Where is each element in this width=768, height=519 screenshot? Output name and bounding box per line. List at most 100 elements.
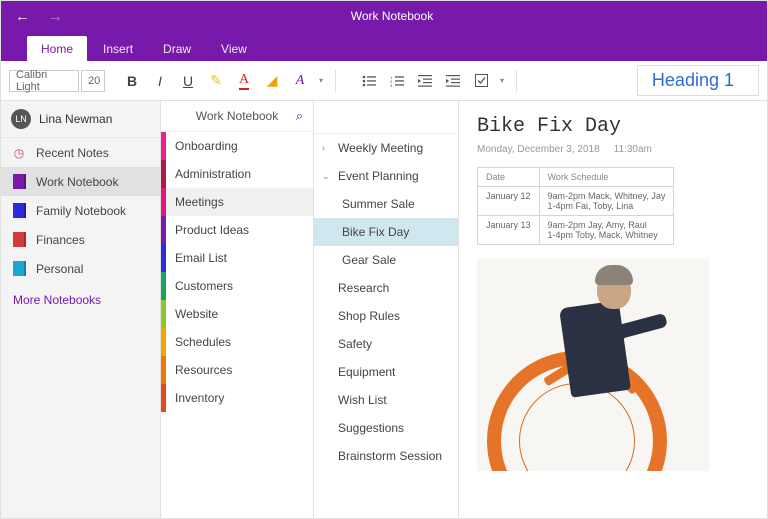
- sidebar-notebook-work[interactable]: Work Notebook: [1, 167, 160, 196]
- bullets-icon[interactable]: [356, 68, 382, 94]
- page-item[interactable]: ⌄ Event Planning: [314, 162, 458, 190]
- divider: [335, 70, 336, 92]
- page-item[interactable]: Wish List: [314, 386, 458, 414]
- section-label: Resources: [175, 363, 232, 377]
- clock-icon: ◷: [11, 145, 27, 160]
- section-item[interactable]: Onboarding: [161, 132, 313, 160]
- section-item[interactable]: Product Ideas: [161, 216, 313, 244]
- section-label: Customers: [175, 279, 233, 293]
- section-label: Meetings: [175, 195, 224, 209]
- notebook-icon: [11, 174, 27, 189]
- page-item[interactable]: Suggestions: [314, 414, 458, 442]
- page-item[interactable]: Bike Fix Day: [314, 218, 458, 246]
- sections-header-title: Work Notebook: [196, 109, 278, 123]
- bold-button[interactable]: B: [119, 68, 145, 94]
- section-item[interactable]: Resources: [161, 356, 313, 384]
- underline-button[interactable]: U: [175, 68, 201, 94]
- page-canvas[interactable]: Bike Fix Day Monday, December 3, 201811:…: [459, 101, 767, 518]
- table-row: January 139am-2pm Jay, Amy, Raul1-4pm To…: [478, 216, 674, 245]
- section-color-tab: [161, 160, 166, 188]
- page-label: Event Planning: [338, 169, 419, 183]
- page-label: Bike Fix Day: [342, 225, 409, 239]
- chevron-icon: ›: [322, 143, 332, 153]
- page-label: Gear Sale: [342, 253, 396, 267]
- page-item[interactable]: Shop Rules: [314, 302, 458, 330]
- section-item[interactable]: Meetings: [161, 188, 313, 216]
- page-label: Weekly Meeting: [338, 141, 423, 155]
- indent-icon[interactable]: [440, 68, 466, 94]
- font-name-input[interactable]: Calibri Light: [9, 70, 79, 92]
- page-label: Summer Sale: [342, 197, 415, 211]
- section-label: Email List: [175, 251, 227, 265]
- tab-home[interactable]: Home: [27, 36, 87, 61]
- section-color-tab: [161, 244, 166, 272]
- search-icon[interactable]: ⌕: [296, 108, 303, 124]
- section-color-tab: [161, 328, 166, 356]
- notebook-icon: [11, 203, 27, 218]
- sidebar-notebook-family[interactable]: Family Notebook: [1, 196, 160, 225]
- page-meta: Monday, December 3, 201811:30am: [477, 144, 749, 155]
- page-label: Suggestions: [338, 421, 404, 435]
- chevron-icon: ⌄: [322, 171, 332, 182]
- italic-button[interactable]: I: [147, 68, 173, 94]
- chevron-down-icon[interactable]: ▾: [500, 76, 504, 85]
- font-color-icon[interactable]: A: [231, 68, 257, 94]
- page-item[interactable]: Gear Sale: [314, 246, 458, 274]
- section-color-tab: [161, 384, 166, 412]
- page-item[interactable]: Brainstorm Session: [314, 442, 458, 470]
- tab-insert[interactable]: Insert: [89, 36, 147, 61]
- clear-format-icon[interactable]: A: [287, 68, 313, 94]
- notebook-sidebar: LN Lina Newman ◷ Recent Notes Work Noteb…: [1, 101, 161, 518]
- outdent-icon[interactable]: [412, 68, 438, 94]
- section-label: Product Ideas: [175, 223, 249, 237]
- text-highlight-icon[interactable]: ◢: [259, 68, 285, 94]
- section-label: Inventory: [175, 391, 224, 405]
- nav-back-icon[interactable]: ←: [15, 8, 30, 25]
- nav-forward-icon[interactable]: →: [48, 8, 63, 25]
- sidebar-recent-notes[interactable]: ◷ Recent Notes: [1, 138, 160, 167]
- user-account[interactable]: LN Lina Newman: [1, 101, 160, 138]
- divider: [516, 70, 517, 92]
- page-item[interactable]: Equipment: [314, 358, 458, 386]
- user-name: Lina Newman: [39, 112, 112, 126]
- sections-column: Work Notebook ⌕ OnboardingAdministration…: [161, 101, 314, 518]
- schedule-table[interactable]: DateWork Schedule January 129am-2pm Mack…: [477, 167, 674, 245]
- section-item[interactable]: Schedules: [161, 328, 313, 356]
- section-item[interactable]: Administration: [161, 160, 313, 188]
- font-size-input[interactable]: 20: [81, 70, 105, 92]
- section-color-tab: [161, 132, 166, 160]
- section-item[interactable]: Customers: [161, 272, 313, 300]
- chevron-down-icon[interactable]: ▾: [319, 76, 323, 85]
- todo-checkbox-icon[interactable]: [468, 68, 494, 94]
- tab-draw[interactable]: Draw: [149, 36, 205, 61]
- window-title: Work Notebook: [77, 9, 707, 23]
- page-title[interactable]: Bike Fix Day: [477, 115, 749, 138]
- highlighter-icon[interactable]: ✎: [203, 68, 229, 94]
- section-item[interactable]: Inventory: [161, 384, 313, 412]
- page-item[interactable]: Research: [314, 274, 458, 302]
- page-label: Research: [338, 281, 389, 295]
- tab-view[interactable]: View: [207, 36, 261, 61]
- style-picker[interactable]: Heading 1: [637, 65, 759, 96]
- pages-column: › Weekly Meeting ⌄ Event Planning Summer Sal…: [314, 101, 459, 518]
- more-notebooks-link[interactable]: More Notebooks: [1, 283, 160, 317]
- page-label: Equipment: [338, 365, 395, 379]
- numbered-list-icon[interactable]: 123: [384, 68, 410, 94]
- page-label: Brainstorm Session: [338, 449, 442, 463]
- avatar: LN: [11, 109, 31, 129]
- page-label: Shop Rules: [338, 309, 400, 323]
- ribbon-tabs: Home Insert Draw View: [1, 31, 767, 61]
- page-item[interactable]: Summer Sale: [314, 190, 458, 218]
- table-row: January 129am-2pm Mack, Whitney, Jay1-4p…: [478, 187, 674, 216]
- svg-text:3: 3: [390, 83, 393, 87]
- page-item[interactable]: › Weekly Meeting: [314, 134, 458, 162]
- notebook-icon: [11, 261, 27, 276]
- ribbon: Calibri Light 20 B I U ✎ A ◢ A ▾ 123 ▾ H…: [1, 61, 767, 101]
- page-item[interactable]: Safety: [314, 330, 458, 358]
- section-item[interactable]: Website: [161, 300, 313, 328]
- section-color-tab: [161, 188, 166, 216]
- sidebar-notebook-personal[interactable]: Personal: [1, 254, 160, 283]
- embedded-image[interactable]: [477, 259, 709, 471]
- section-item[interactable]: Email List: [161, 244, 313, 272]
- sidebar-notebook-finances[interactable]: Finances: [1, 225, 160, 254]
